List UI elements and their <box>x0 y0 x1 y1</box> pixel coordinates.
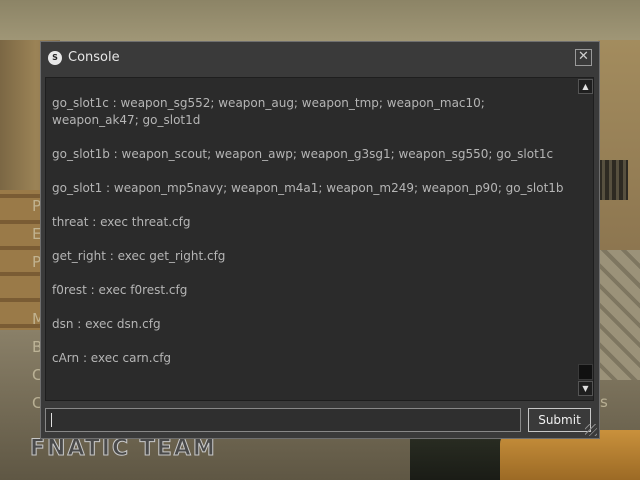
team-logo: FNATIC TEAM <box>30 436 217 462</box>
console-line: go_slot1 : weapon_mp5navy; weapon_m4a1; … <box>52 181 564 195</box>
console-lines: go_slot1c : weapon_sg552; weapon_aug; we… <box>52 95 564 384</box>
arrow-up-icon: ▲ <box>582 82 589 91</box>
console-titlebar[interactable]: S Console ✕ <box>41 42 599 74</box>
hud-letter: s <box>600 393 608 411</box>
close-icon: ✕ <box>578 49 589 64</box>
console-scrollbar[interactable]: ▲ ▼ <box>577 78 593 400</box>
steam-icon: S <box>48 51 62 65</box>
scroll-down-button[interactable]: ▼ <box>578 381 593 396</box>
console-window: S Console ✕ go_slot1c : weapon_sg552; we… <box>40 41 600 439</box>
console-line: cArn : exec carn.cfg <box>52 351 172 365</box>
console-line: go_slot1c : weapon_sg552; weapon_aug; we… <box>52 96 485 127</box>
submit-button[interactable]: Submit <box>528 408 591 432</box>
text-caret <box>51 413 52 427</box>
console-title: Console <box>68 50 120 65</box>
resize-grip[interactable] <box>585 424 597 436</box>
console-line: threat : exec threat.cfg <box>52 215 191 229</box>
console-line: dsn : exec dsn.cfg <box>52 317 161 331</box>
scroll-thumb[interactable] <box>578 364 593 380</box>
right-wall <box>598 40 640 250</box>
command-input[interactable] <box>45 408 521 432</box>
console-line: get_right : exec get_right.cfg <box>52 249 226 263</box>
console-line: f0rest : exec f0rest.cfg <box>52 283 188 297</box>
cobblestone-wall <box>598 250 640 380</box>
close-button[interactable]: ✕ <box>575 49 592 66</box>
window-shutter <box>598 160 628 200</box>
console-output[interactable]: go_slot1c : weapon_sg552; weapon_aug; we… <box>45 77 594 401</box>
arrow-down-icon: ▼ <box>582 384 589 393</box>
scroll-up-button[interactable]: ▲ <box>578 79 593 94</box>
console-line: go_slot1b : weapon_scout; weapon_awp; we… <box>52 147 554 161</box>
